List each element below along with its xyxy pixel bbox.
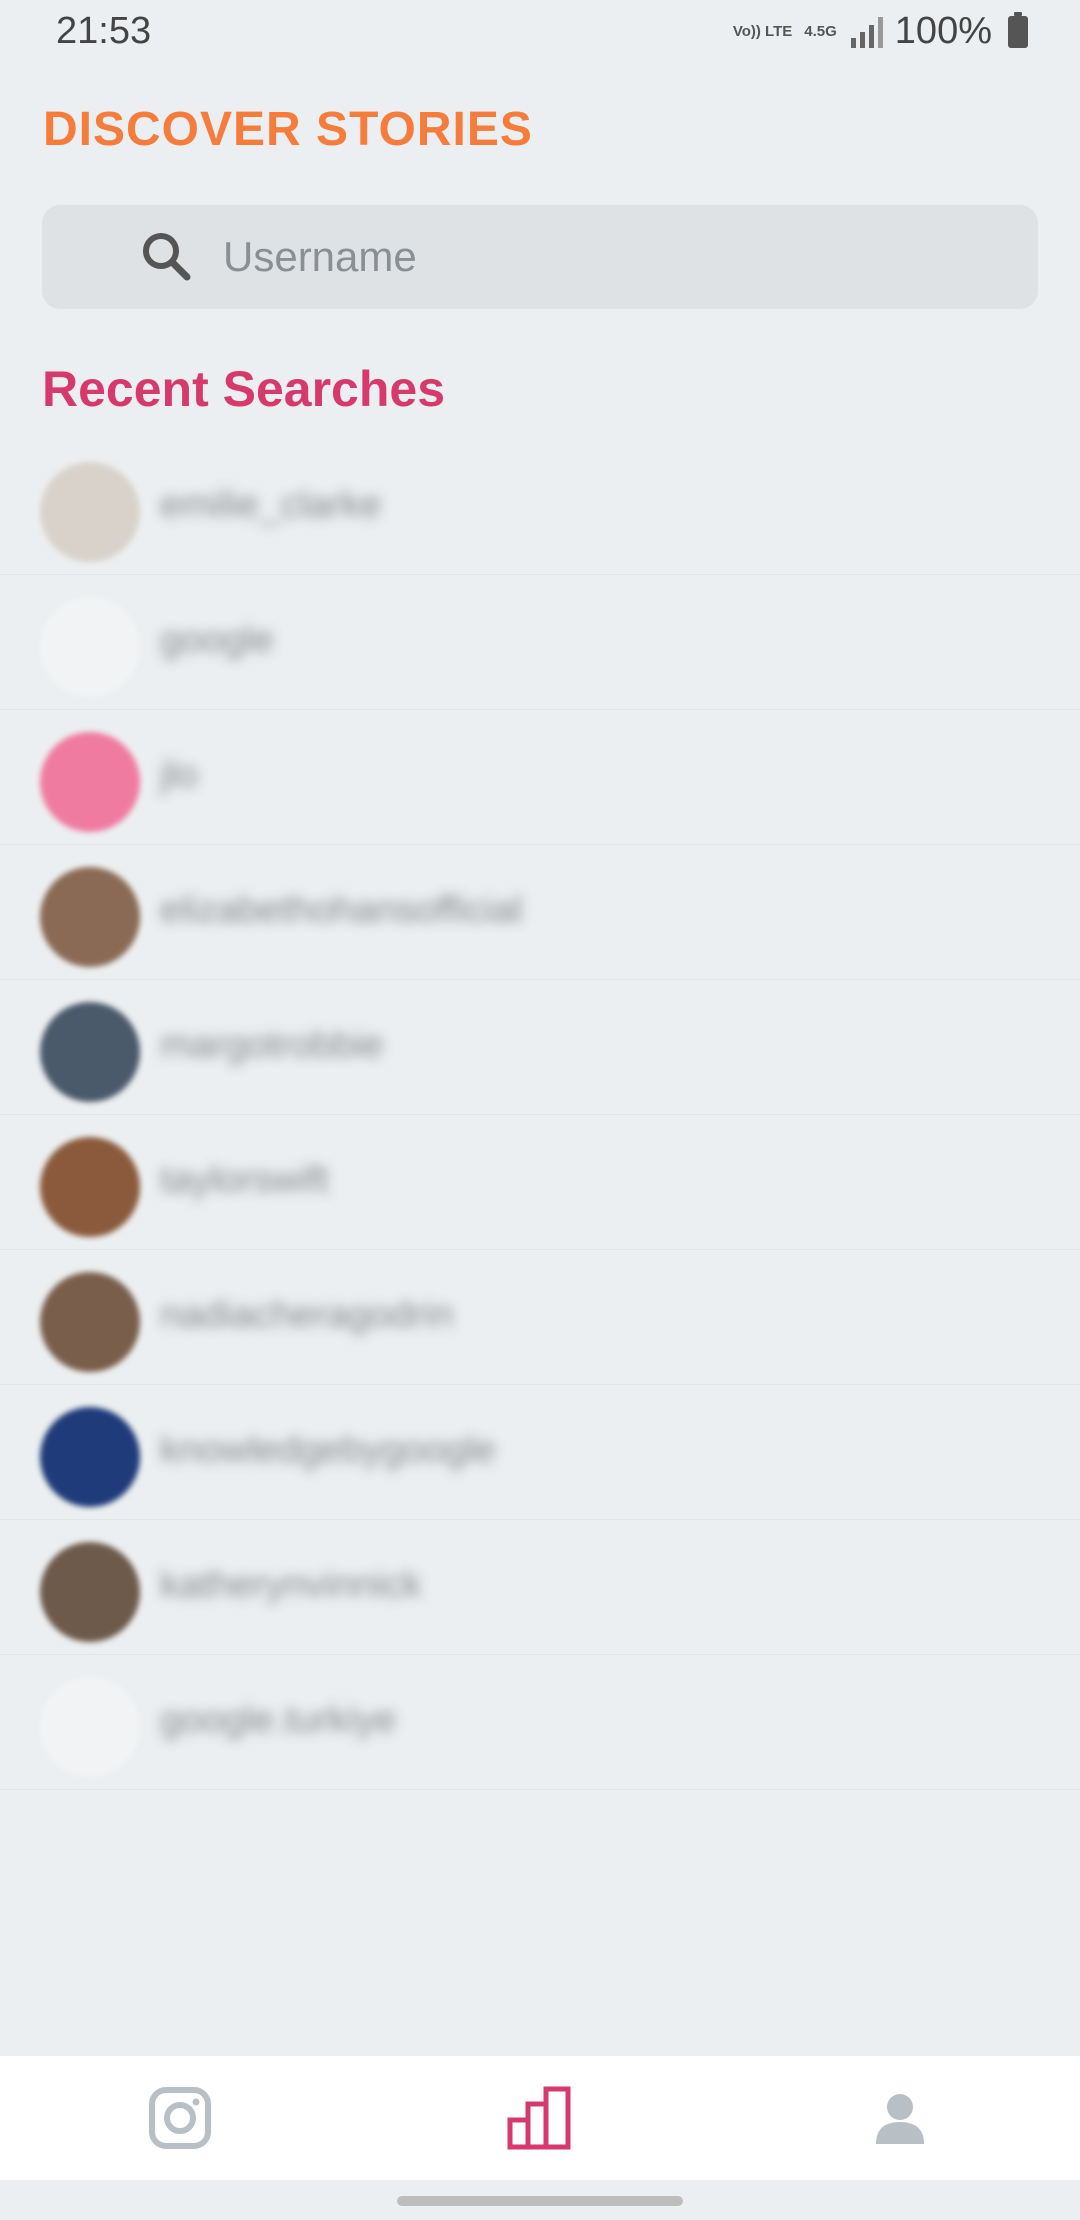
search-icon <box>143 233 191 281</box>
battery-percent: 100% <box>894 10 992 52</box>
recent-searches-list: emilie_clarke google jlo elizabethohanso… <box>0 440 1080 1790</box>
status-time: 21:53 <box>56 10 152 52</box>
avatar <box>40 1407 140 1507</box>
username: katherynvinnick <box>160 1564 422 1606</box>
username: knowledgebygoogle <box>160 1429 496 1471</box>
nav-profile[interactable] <box>845 2063 955 2173</box>
signal-icon <box>850 16 883 48</box>
status-bar: 21:53 Vo)) LTE 4.5G 100% <box>0 0 1080 64</box>
profile-icon <box>876 2094 924 2144</box>
list-item[interactable]: margotrobbie <box>0 980 1080 1115</box>
list-item[interactable]: google <box>0 575 1080 710</box>
avatar <box>40 867 140 967</box>
list-item[interactable]: jlo <box>0 710 1080 845</box>
bar-chart-icon <box>507 2086 571 2150</box>
username: google.turkiye <box>160 1699 397 1741</box>
avatar <box>40 1272 140 1372</box>
nav-instagram[interactable] <box>125 2063 235 2173</box>
avatar <box>40 462 140 562</box>
list-item[interactable]: google.turkiye <box>0 1655 1080 1790</box>
username: taylorswift <box>160 1159 329 1201</box>
recent-searches-title: Recent Searches <box>42 361 446 417</box>
avatar <box>40 1002 140 1102</box>
nav-stats[interactable] <box>485 2063 595 2173</box>
avatar <box>40 597 140 697</box>
list-item[interactable]: elizabethohansofficial <box>0 845 1080 980</box>
avatar <box>40 1542 140 1642</box>
avatar <box>40 732 140 832</box>
username: jlo <box>160 754 199 796</box>
list-item[interactable]: emilie_clarke <box>0 440 1080 575</box>
username: elizabethohansofficial <box>160 889 523 931</box>
home-indicator <box>397 2196 683 2206</box>
status-icons: Vo)) LTE 4.5G 100% <box>733 10 1028 53</box>
volte-indicator: Vo)) LTE <box>732 22 793 40</box>
username: google <box>160 619 275 661</box>
page-title: DISCOVER STORIES <box>43 103 533 156</box>
list-item[interactable]: taylorswift <box>0 1115 1080 1250</box>
battery-icon <box>1008 11 1028 48</box>
list-item[interactable]: knowledgebygoogle <box>0 1385 1080 1520</box>
avatar <box>40 1137 140 1237</box>
avatar <box>40 1677 140 1777</box>
bottom-navigation <box>0 2056 1080 2180</box>
list-item[interactable]: nadiacheragodrin <box>0 1250 1080 1385</box>
search-input[interactable] <box>221 232 985 282</box>
list-item[interactable]: katherynvinnick <box>0 1520 1080 1655</box>
instagram-icon <box>149 2087 211 2149</box>
username: nadiacheragodrin <box>160 1294 454 1336</box>
username: emilie_clarke <box>160 484 382 526</box>
username: margotrobbie <box>160 1024 384 1066</box>
search-bar[interactable] <box>42 205 1038 309</box>
network-type: 4.5G <box>804 22 837 40</box>
